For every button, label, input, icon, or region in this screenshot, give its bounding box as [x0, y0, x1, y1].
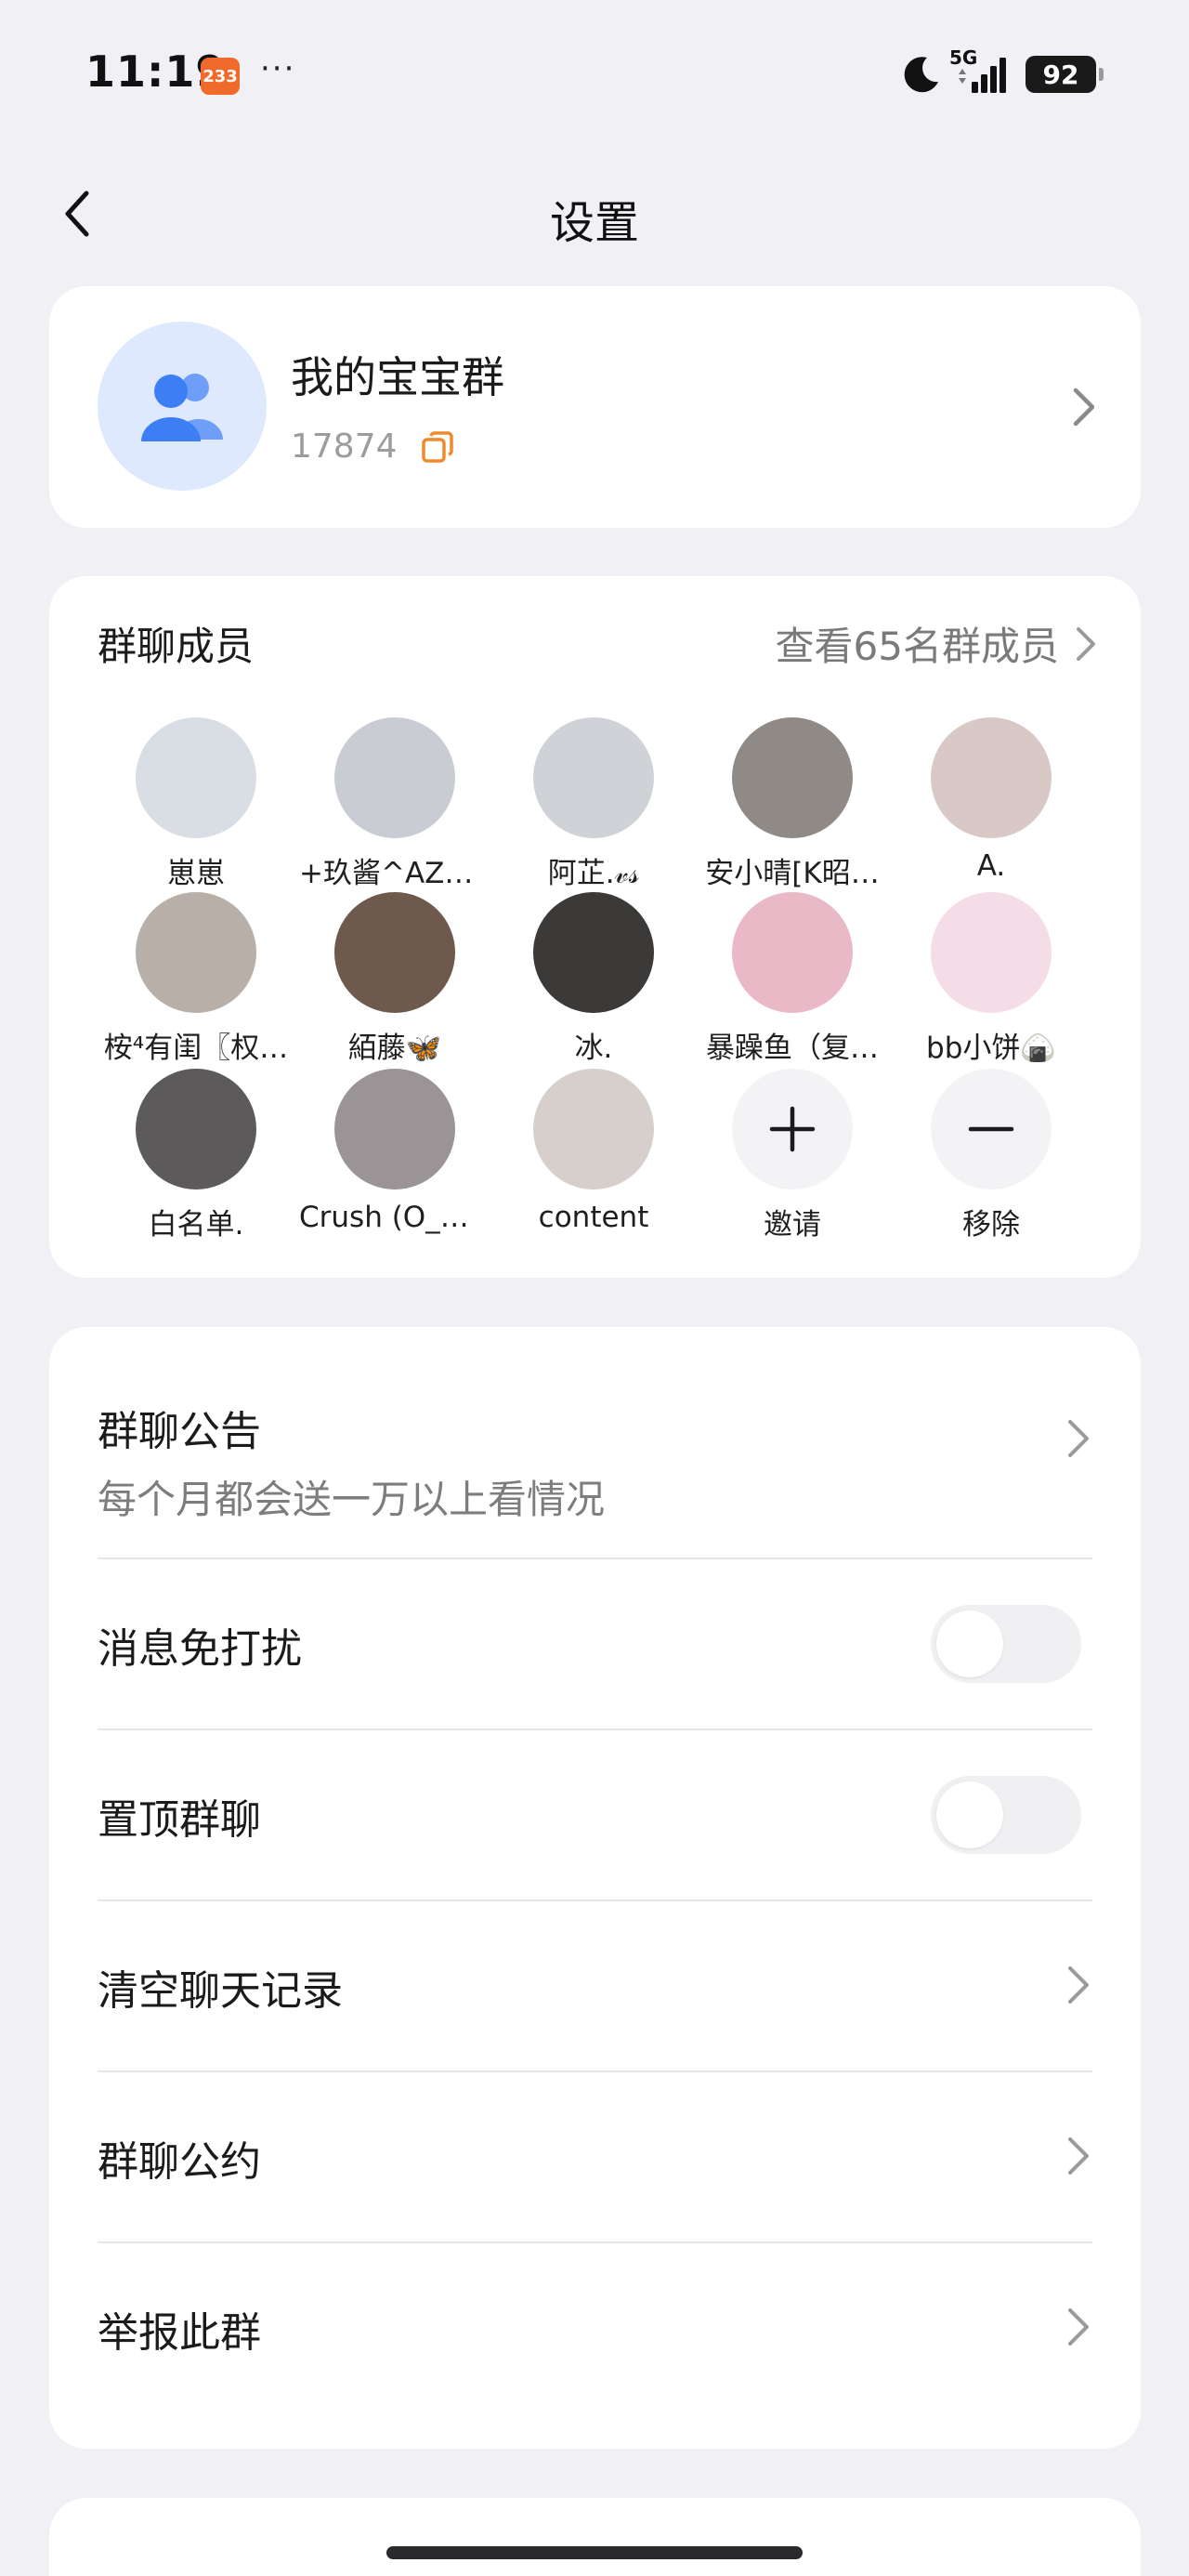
- group-rules-label: 群聊公约: [98, 2138, 261, 2186]
- group-icon: [141, 374, 223, 441]
- avatar: [931, 717, 1052, 838]
- announcement-text: 每个月都会送一万以上看情况: [98, 1477, 606, 1522]
- remove-label: 移除: [962, 1208, 1020, 1242]
- chevron-right-icon: [1068, 2308, 1089, 2346]
- do-not-disturb-toggle[interactable]: [931, 1605, 1081, 1683]
- group-name: 我的宝宝群: [291, 352, 504, 402]
- group-members-card: 群聊成员 查看65名群成员 崽崽 +玖酱^AZ团… 阿芷.𝓋𝓈 安小晴[K昭… …: [49, 576, 1141, 1278]
- chevron-right-icon: [1073, 388, 1095, 427]
- invite-circle: [732, 1069, 853, 1189]
- avatar: [732, 717, 853, 838]
- home-indicator[interactable]: [386, 2546, 803, 2559]
- avatar: [931, 892, 1052, 1013]
- member-name: +玖酱^AZ团…: [299, 857, 494, 890]
- avatar: [136, 717, 256, 838]
- signal-bars-icon: [959, 58, 1006, 93]
- member-item[interactable]: +玖酱^AZ团…: [295, 717, 494, 891]
- group-avatar: [98, 322, 267, 491]
- members-section-title: 群聊成员: [98, 624, 255, 669]
- member-name: 阿芷.𝓋𝓈: [547, 857, 640, 890]
- invite-member-button[interactable]: 邀请: [693, 1069, 892, 1242]
- member-name: 暴躁鱼（复…: [706, 1032, 879, 1065]
- next-settings-card: [49, 2498, 1141, 2576]
- announcement-label: 群聊公告: [98, 1408, 261, 1455]
- group-rules-row[interactable]: 群聊公约: [98, 2072, 1092, 2241]
- copy-icon[interactable]: [420, 429, 455, 465]
- signal-indicator: 5G: [949, 46, 1009, 97]
- moon-icon: [904, 57, 938, 93]
- member-name: 白名单.: [148, 1208, 244, 1242]
- member-item[interactable]: 阿芷.𝓋𝓈: [494, 717, 693, 891]
- do-not-disturb-row: 消息免打扰: [98, 1559, 1092, 1728]
- clear-history-label: 清空聊天记录: [98, 1967, 343, 2015]
- pin-chat-label: 置顶群聊: [98, 1796, 261, 1844]
- member-name: 安小晴[K昭…: [705, 857, 880, 890]
- minus-icon: [968, 1126, 1014, 1132]
- member-item[interactable]: bb小饼🍙: [892, 892, 1091, 1066]
- pin-chat-row: 置顶群聊: [98, 1730, 1092, 1899]
- member-name: content: [538, 1201, 649, 1234]
- view-all-members-link[interactable]: 查看65名群成员: [776, 615, 1098, 672]
- member-name: 冰.: [574, 1032, 613, 1065]
- member-item[interactable]: Crush (O_O…: [295, 1069, 494, 1234]
- member-item[interactable]: content: [494, 1069, 693, 1234]
- chevron-right-icon: [1068, 1966, 1089, 2004]
- navigation-bar: 设置: [0, 167, 1189, 260]
- do-not-disturb-label: 消息免打扰: [98, 1625, 302, 1673]
- remove-circle: [931, 1069, 1052, 1189]
- member-item[interactable]: 崽崽: [97, 717, 295, 891]
- avatar: [533, 717, 654, 838]
- avatar: [136, 892, 256, 1013]
- view-all-members-label: 查看65名群成员: [775, 624, 1059, 669]
- member-item[interactable]: A.: [892, 717, 1091, 883]
- invite-label: 邀请: [764, 1208, 821, 1242]
- member-item[interactable]: 安小晴[K昭…: [693, 717, 892, 891]
- avatar: [533, 1069, 654, 1189]
- app-notification-badge: 233: [201, 58, 240, 95]
- battery-indicator: 92: [1026, 56, 1104, 93]
- chevron-right-icon: [1068, 2137, 1089, 2175]
- chevron-right-icon: [1068, 1420, 1089, 1457]
- member-name: A.: [976, 849, 1006, 883]
- avatar: [136, 1069, 256, 1189]
- group-info-card[interactable]: 我的宝宝群 17874: [49, 286, 1141, 528]
- chevron-right-icon: [1077, 626, 1095, 661]
- remove-member-button[interactable]: 移除: [892, 1069, 1091, 1242]
- avatar: [334, 717, 455, 838]
- status-bar: 11:19 233 ··· 5G 92: [0, 0, 1189, 139]
- group-settings-card: 群聊公告 每个月都会送一万以上看情况 消息免打扰 置顶群聊 清空聊天记录 群聊公…: [49, 1327, 1141, 2449]
- avatar: [334, 1069, 455, 1189]
- member-item[interactable]: 冰.: [494, 892, 693, 1066]
- avatar: [732, 892, 853, 1013]
- pin-chat-toggle[interactable]: [931, 1776, 1081, 1854]
- report-group-label: 举报此群: [98, 2309, 261, 2357]
- toggle-knob: [936, 1610, 1003, 1677]
- avatar: [533, 892, 654, 1013]
- member-name: 桉⁴有闺〖权…: [103, 1032, 289, 1065]
- member-name: Crush (O_O…: [299, 1201, 492, 1234]
- member-item[interactable]: 絔藤🦋: [295, 892, 494, 1066]
- member-item[interactable]: 桉⁴有闺〖权…: [97, 892, 295, 1066]
- member-name: bb小饼🍙: [926, 1032, 1056, 1065]
- report-group-row[interactable]: 举报此群: [98, 2243, 1092, 2412]
- group-id-row: 17874: [291, 427, 455, 466]
- group-id: 17874: [291, 427, 398, 466]
- toggle-knob: [936, 1781, 1003, 1848]
- member-name: 崽崽: [167, 857, 225, 890]
- member-item[interactable]: 暴躁鱼（复…: [693, 892, 892, 1066]
- announcement-row[interactable]: 群聊公告 每个月都会送一万以上看情况: [98, 1398, 1092, 1528]
- plus-icon: [769, 1106, 816, 1152]
- clear-history-row[interactable]: 清空聊天记录: [98, 1901, 1092, 2070]
- page-title: 设置: [549, 197, 639, 249]
- member-item[interactable]: 白名单.: [97, 1069, 295, 1242]
- member-name: 絔藤🦋: [347, 1032, 442, 1065]
- more-notifications-indicator: ···: [260, 50, 296, 87]
- avatar: [334, 892, 455, 1013]
